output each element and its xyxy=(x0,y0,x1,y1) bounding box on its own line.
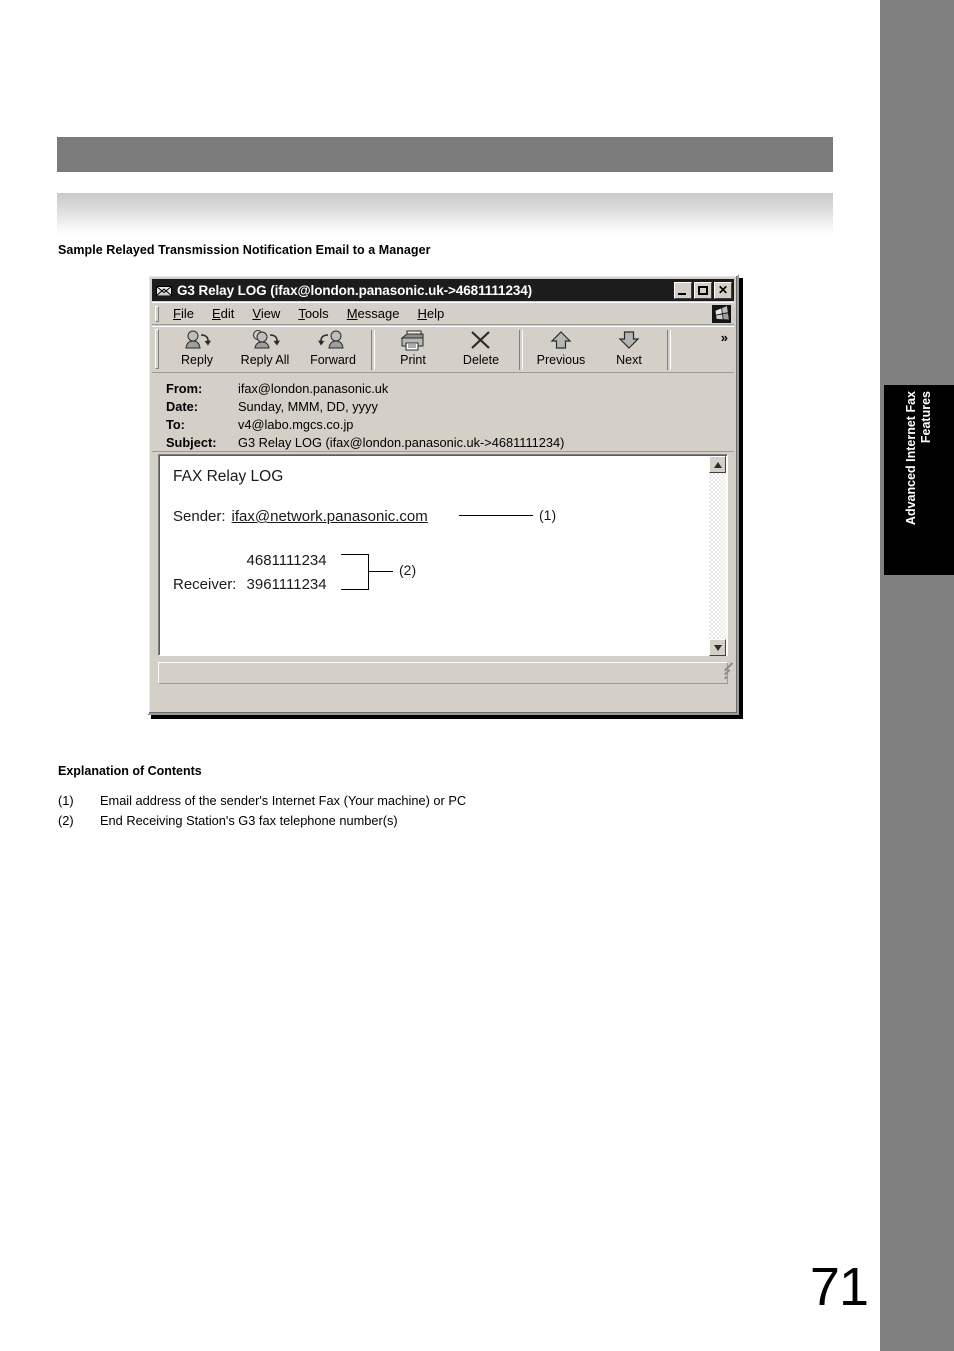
header-value-from: ifax@london.panasonic.uk xyxy=(238,381,389,396)
page-number: 71 xyxy=(809,1257,869,1317)
toolbar-label-forward: Forward xyxy=(310,353,356,367)
message-body-content: FAX Relay LOG Sender: ifax@network.panas… xyxy=(159,455,711,655)
toolbar-overflow-button[interactable]: » xyxy=(721,330,728,345)
arrow-up-icon xyxy=(527,329,595,353)
reply-icon xyxy=(163,329,231,353)
window-title: G3 Relay LOG (ifax@london.panasonic.uk->… xyxy=(177,282,533,298)
body-receiver-row: Receiver: 4681111234 3961111234 xyxy=(173,549,711,597)
header-label-to: To: xyxy=(166,417,185,432)
chapter-tab-line-2: Features xyxy=(919,391,933,444)
scrollbar-track[interactable] xyxy=(709,473,726,639)
toolbar-button-print[interactable]: Print xyxy=(379,328,447,368)
toolbar-button-reply-all[interactable]: Reply All xyxy=(231,328,299,368)
header-label-subject: Subject: xyxy=(166,435,217,450)
toolbar-button-delete[interactable]: Delete xyxy=(447,328,515,368)
callout-2-leader-line xyxy=(369,571,393,572)
body-title: FAX Relay LOG xyxy=(173,468,284,485)
maximize-button[interactable] xyxy=(694,281,712,299)
window-titlebar[interactable]: G3 Relay LOG (ifax@london.panasonic.uk->… xyxy=(152,279,734,301)
toolbar-separator-2 xyxy=(519,330,523,370)
chapter-side-tab: Advanced Internet Fax Features xyxy=(884,385,954,575)
menu-help[interactable]: Help xyxy=(408,305,453,322)
body-receiver-values: 4681111234 3961111234 xyxy=(247,549,327,597)
header-row-date: Date: Sunday, MMM, DD, yyyy xyxy=(166,398,734,415)
toolbar-button-reply[interactable]: Reply xyxy=(163,328,231,368)
explanation-title: Explanation of Contents xyxy=(58,764,202,778)
chapter-tab-line-1: Advanced Internet Fax xyxy=(904,391,918,526)
window-toolbar: Reply Reply All Forward Print Delete Pre… xyxy=(152,326,734,373)
toolbar-drag-handle[interactable] xyxy=(155,329,159,369)
body-sender-link[interactable]: ifax@network.panasonic.com xyxy=(232,508,428,525)
resize-grip[interactable] xyxy=(711,662,734,682)
header-label-date: Date: xyxy=(166,399,198,414)
body-sender-row: Sender: ifax@network.panasonic.com xyxy=(173,508,711,525)
window-menubar: File Edit View Tools Message Help xyxy=(152,302,734,325)
message-body-panel: FAX Relay LOG Sender: ifax@network.panas… xyxy=(158,454,728,656)
explanation-list: (1) Email address of the sender's Intern… xyxy=(58,793,658,833)
envelope-icon xyxy=(156,284,172,297)
callout-1-label: (1) xyxy=(539,507,557,523)
toolbar-label-delete: Delete xyxy=(462,353,500,367)
callout-2-bracket xyxy=(341,554,369,590)
toolbar-button-forward[interactable]: Forward xyxy=(299,328,367,368)
window-controls: ✕ xyxy=(674,281,732,299)
header-row-from: From: ifax@london.panasonic.uk xyxy=(166,380,734,397)
receiver-number-1: 4681111234 xyxy=(246,552,327,569)
header-label-from: From: xyxy=(166,381,203,396)
menu-tools[interactable]: Tools xyxy=(289,305,337,322)
forward-icon xyxy=(299,329,367,353)
receiver-number-2: 3961111234 xyxy=(246,576,327,593)
header-value-date: Sunday, MMM, DD, yyyy xyxy=(238,399,378,414)
figure-caption: Sample Relayed Transmission Notification… xyxy=(58,243,431,257)
header-row-to: To: v4@labo.mgcs.co.jp xyxy=(166,416,734,433)
toolbar-button-previous[interactable]: Previous xyxy=(527,328,595,368)
header-value-to: v4@labo.mgcs.co.jp xyxy=(238,417,354,432)
toolbar-label-print: Print xyxy=(400,353,426,367)
page-side-strip xyxy=(880,0,954,1351)
windows-logo-icon xyxy=(712,305,731,323)
menu-view[interactable]: View xyxy=(243,305,289,322)
header-value-subject: G3 Relay LOG (ifax@london.panasonic.uk->… xyxy=(238,435,565,450)
body-receiver-label: Receiver: xyxy=(173,576,237,593)
toolbar-button-next[interactable]: Next xyxy=(595,328,663,368)
header-row-subject: Subject: G3 Relay LOG (ifax@london.panas… xyxy=(166,434,734,451)
toolbar-label-reply: Reply xyxy=(181,353,213,367)
explanation-item-2: (2) End Receiving Station's G3 fax telep… xyxy=(58,813,658,828)
callout-1-leader-line xyxy=(459,515,533,516)
delete-x-icon xyxy=(447,329,515,353)
toolbar-label-reply-all: Reply All xyxy=(240,353,290,367)
menu-message[interactable]: Message xyxy=(338,305,409,322)
scroll-down-button[interactable] xyxy=(709,639,726,656)
explanation-text-1: Email address of the sender's Internet F… xyxy=(100,793,467,808)
body-vertical-scrollbar[interactable] xyxy=(709,456,726,656)
callout-2-label: (2) xyxy=(399,562,417,578)
body-sender-label: Sender: xyxy=(173,508,226,525)
close-button[interactable]: ✕ xyxy=(714,281,732,299)
reply-all-icon xyxy=(231,329,299,353)
toolbar-separator-1 xyxy=(371,330,375,370)
explanation-number-2: (2) xyxy=(58,813,74,828)
window-statusbar xyxy=(158,662,734,684)
scroll-up-button[interactable] xyxy=(709,456,726,473)
toolbar-label-previous: Previous xyxy=(536,353,586,367)
explanation-item-1: (1) Email address of the sender's Intern… xyxy=(58,793,658,808)
email-window: G3 Relay LOG (ifax@london.panasonic.uk->… xyxy=(147,274,739,715)
menu-file[interactable]: File xyxy=(164,305,203,322)
minimize-button[interactable] xyxy=(674,281,692,299)
explanation-text-2: End Receiving Station's G3 fax telephone… xyxy=(100,813,398,828)
header-bar-solid xyxy=(57,137,833,172)
message-header-panel: From: ifax@london.panasonic.uk Date: Sun… xyxy=(152,374,734,452)
header-bar-gradient xyxy=(57,193,833,235)
menu-edit[interactable]: Edit xyxy=(203,305,243,322)
explanation-number-1: (1) xyxy=(58,793,74,808)
menubar-drag-handle[interactable] xyxy=(155,305,159,322)
toolbar-label-next: Next xyxy=(616,353,642,367)
arrow-down-icon xyxy=(595,329,663,353)
toolbar-separator-3 xyxy=(667,330,671,370)
printer-icon xyxy=(379,329,447,353)
